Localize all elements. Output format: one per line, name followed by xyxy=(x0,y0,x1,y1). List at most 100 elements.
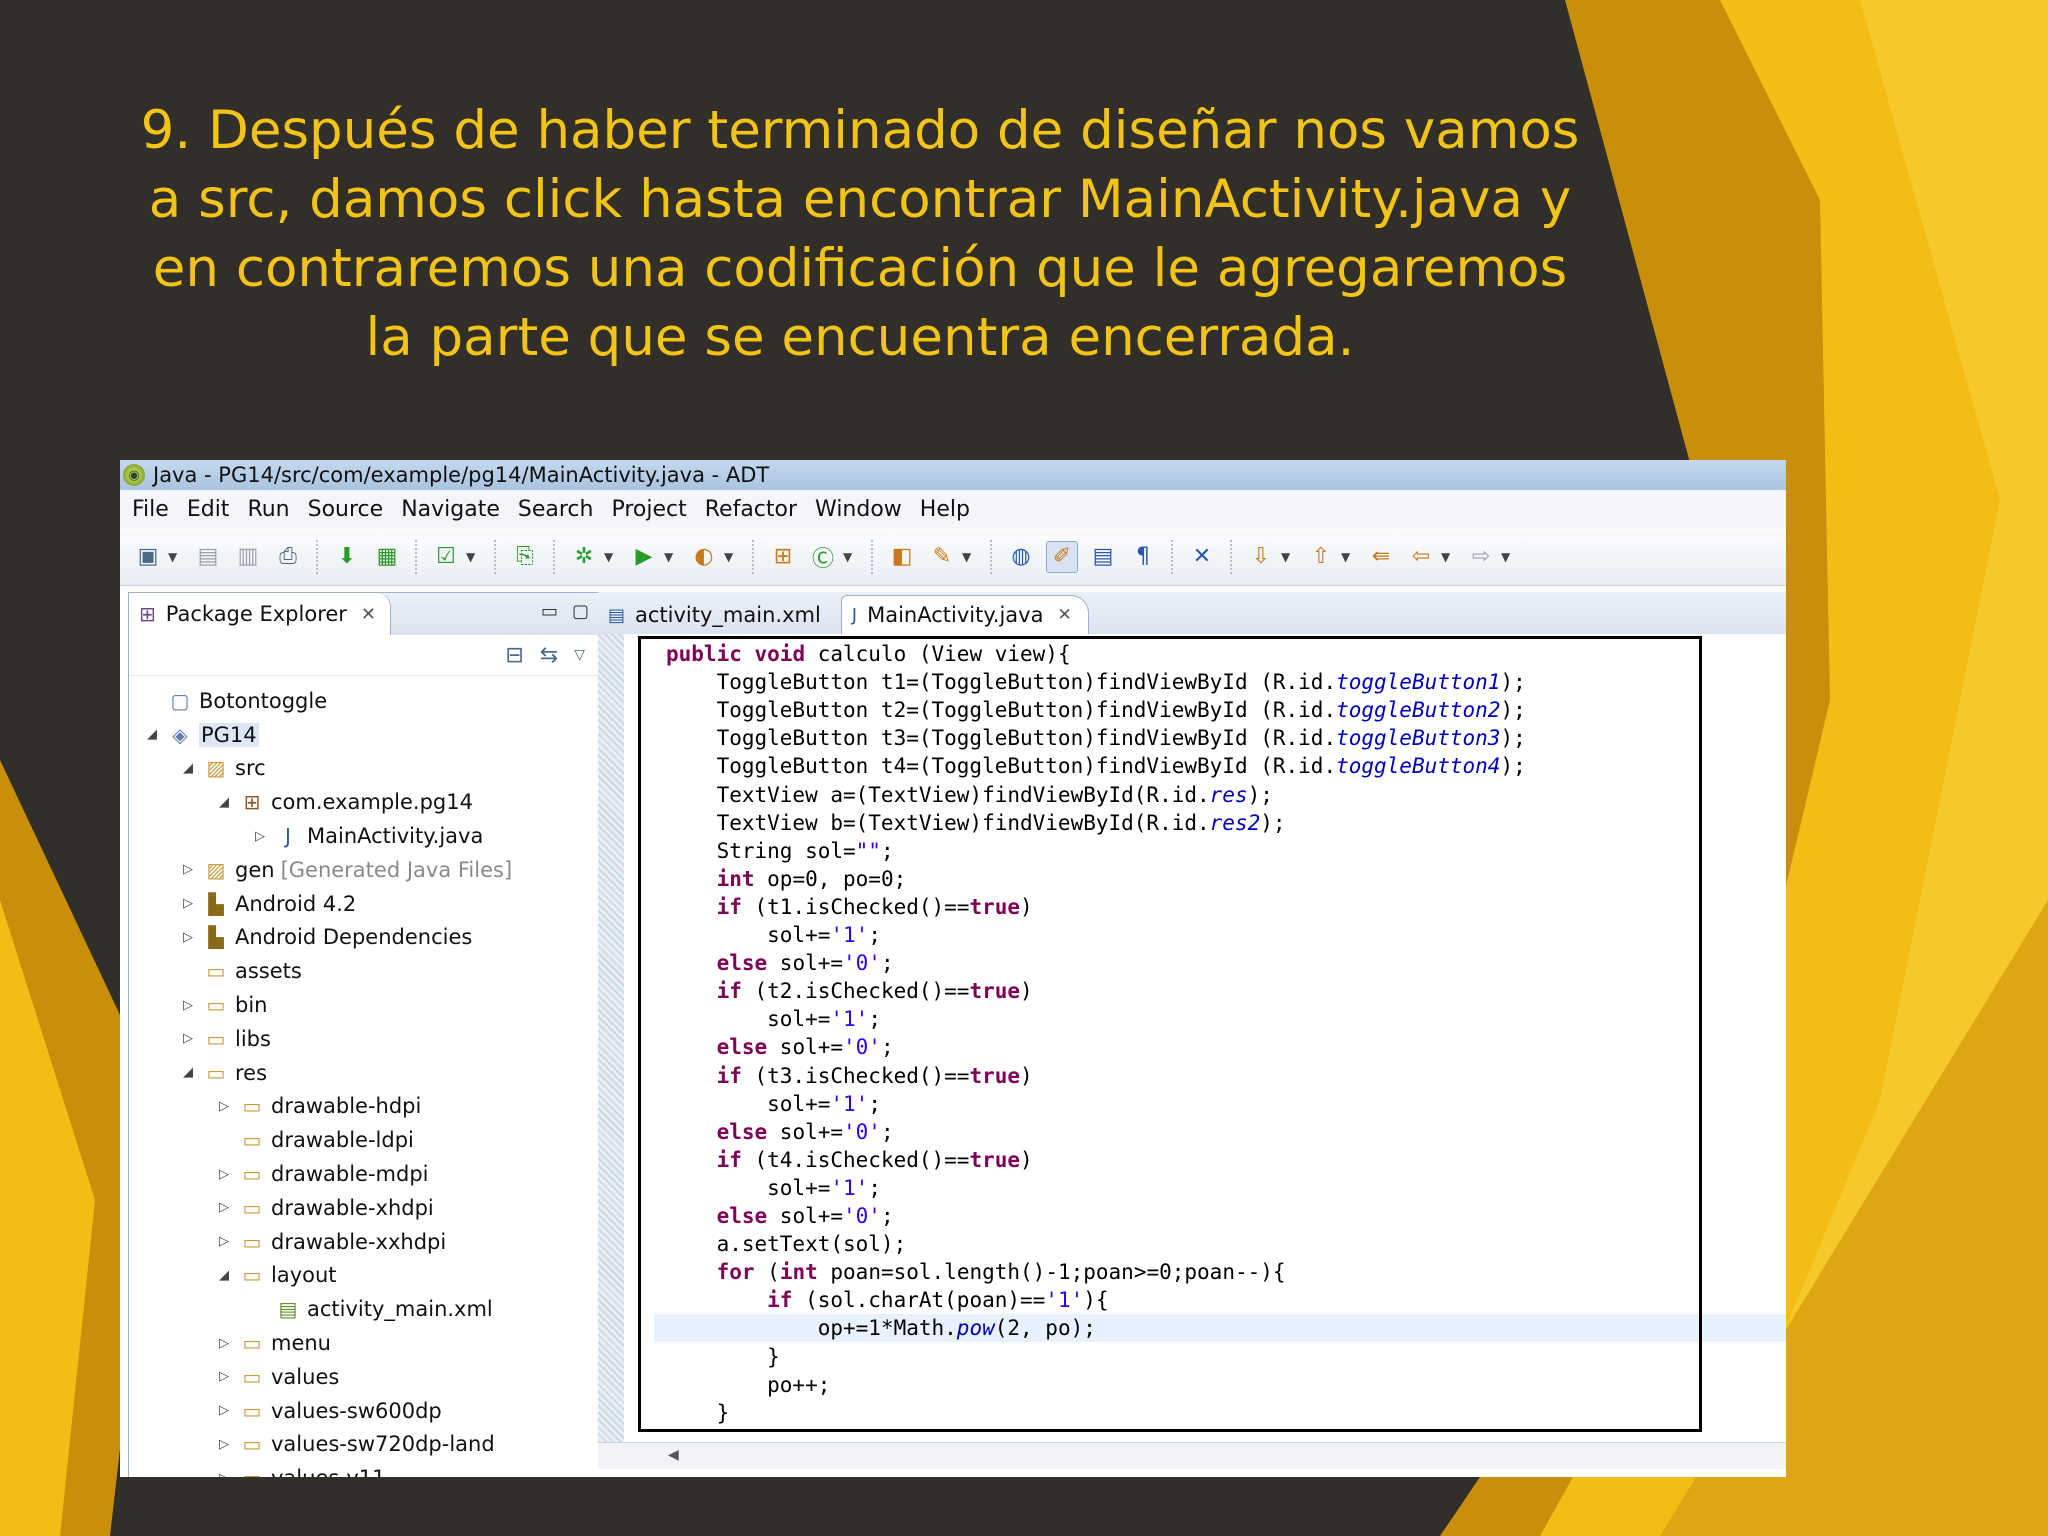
new-java-class-icon[interactable]: Ⓒ xyxy=(808,542,838,572)
tree-item[interactable]: ◢ ▭ res xyxy=(129,1056,599,1090)
tree-item[interactable]: ▷ ▭ values-sw600dp xyxy=(129,1394,599,1428)
view-menu-icon[interactable]: ▽ xyxy=(574,647,585,663)
debug-dropdown-icon[interactable]: ▼ xyxy=(604,550,618,564)
link-with-editor-icon[interactable]: ⇆ xyxy=(540,643,558,668)
menu-window[interactable]: Window xyxy=(815,497,902,522)
save-all-icon[interactable]: ▥ xyxy=(233,542,263,572)
tree-item[interactable]: ▷ ▭ drawable-hdpi xyxy=(129,1090,599,1124)
menu-edit[interactable]: Edit xyxy=(187,497,230,522)
search-dropdown-icon[interactable]: ▼ xyxy=(962,550,976,564)
collapsed-arrow-icon[interactable]: ▷ xyxy=(251,829,269,844)
search-icon[interactable]: ✎ xyxy=(927,542,957,572)
menu-search[interactable]: Search xyxy=(518,497,594,522)
tree-item[interactable]: ▭ assets xyxy=(129,954,599,988)
collapsed-arrow-icon[interactable]: ▷ xyxy=(215,1403,233,1418)
menu-help[interactable]: Help xyxy=(920,497,970,522)
menu-run[interactable]: Run xyxy=(247,497,289,522)
minimize-icon[interactable]: ▭ xyxy=(541,601,558,622)
collapsed-arrow-icon[interactable]: ▷ xyxy=(215,1167,233,1182)
lint-dropdown-icon[interactable]: ▼ xyxy=(466,550,480,564)
editor-tab[interactable]: ▤ activity_main.xml xyxy=(598,596,837,634)
maximize-icon[interactable]: ▢ xyxy=(572,601,589,622)
collapsed-arrow-icon[interactable]: ▷ xyxy=(179,998,197,1013)
collapsed-arrow-icon[interactable]: ▷ xyxy=(215,1437,233,1452)
collapsed-arrow-icon[interactable]: ▷ xyxy=(215,1471,233,1477)
save-icon[interactable]: ▤ xyxy=(193,542,223,572)
external-tools-icon[interactable]: ◐ xyxy=(689,542,719,572)
code-area[interactable]: public void calculo (View view){ ToggleB… xyxy=(624,634,1786,1442)
new-icon[interactable]: ▣ xyxy=(133,542,163,572)
tree-item[interactable]: ▷ ▭ drawable-xhdpi xyxy=(129,1191,599,1225)
run-icon[interactable]: ▶ xyxy=(629,542,659,572)
forward-icon[interactable]: ⇨ xyxy=(1466,542,1496,572)
tree-item[interactable]: ▷ ▭ libs xyxy=(129,1022,599,1056)
collapsed-arrow-icon[interactable]: ▷ xyxy=(179,1031,197,1046)
menu-navigate[interactable]: Navigate xyxy=(401,497,500,522)
horizontal-scrollbar[interactable]: ◀ xyxy=(598,1442,1786,1469)
tab-package-explorer[interactable]: ⊞ Package Explorer ✕ xyxy=(129,593,392,635)
back-icon[interactable]: ⇦ xyxy=(1406,542,1436,572)
android-sdk-icon[interactable]: ⬇ xyxy=(332,542,362,572)
collapsed-arrow-icon[interactable]: ▷ xyxy=(215,1369,233,1384)
collapsed-arrow-icon[interactable]: ▷ xyxy=(215,1099,233,1114)
tree-item[interactable]: ▷ ▭ values-sw720dp-land xyxy=(129,1428,599,1462)
menu-refactor[interactable]: Refactor xyxy=(705,497,797,522)
next-annotation-icon[interactable]: ⇩ xyxy=(1246,542,1276,572)
collapsed-arrow-icon[interactable]: ▷ xyxy=(215,1234,233,1249)
close-icon[interactable]: ✕ xyxy=(361,604,376,625)
run-dropdown-icon[interactable]: ▼ xyxy=(664,550,678,564)
collapsed-arrow-icon[interactable]: ▷ xyxy=(215,1200,233,1215)
tree-item[interactable]: ▷ ▭ menu xyxy=(129,1326,599,1360)
open-perspective-icon[interactable]: ◍ xyxy=(1006,542,1036,572)
new-java-package-icon[interactable]: ⊞ xyxy=(768,542,798,572)
collapse-all-icon[interactable]: ⊟ xyxy=(505,643,523,668)
tree-item[interactable]: ▷ ▙ Android 4.2 xyxy=(129,887,599,921)
collapsed-arrow-icon[interactable]: ▷ xyxy=(215,1336,233,1351)
menu-source[interactable]: Source xyxy=(308,497,384,522)
tree-item[interactable]: ▢ Botontoggle xyxy=(129,684,599,718)
tree-item[interactable]: ▭ drawable-ldpi xyxy=(129,1123,599,1157)
previous-annotation-dropdown-icon[interactable]: ▼ xyxy=(1341,550,1355,564)
new-android-project-icon[interactable]: ⎘ xyxy=(510,542,540,572)
scroll-left-icon[interactable]: ◀ xyxy=(668,1447,679,1463)
expanded-arrow-icon[interactable]: ◢ xyxy=(143,727,161,742)
tree-item[interactable]: ▷ J MainActivity.java xyxy=(129,819,599,853)
tree-item[interactable]: ◢ ▨ src xyxy=(129,752,599,786)
tree-item[interactable]: ▷ ▭ drawable-mdpi xyxy=(129,1157,599,1191)
tree-item[interactable]: ◢ ▭ layout xyxy=(129,1259,599,1293)
collapsed-arrow-icon[interactable]: ▷ xyxy=(179,930,197,945)
new-class-dropdown-icon[interactable]: ▼ xyxy=(843,550,857,564)
tree-item[interactable]: ▷ ▭ bin xyxy=(129,988,599,1022)
new-dropdown-icon[interactable]: ▼ xyxy=(168,550,182,564)
toggle-mark-occurrences-icon[interactable]: ✐ xyxy=(1046,540,1078,573)
avd-manager-icon[interactable]: ▦ xyxy=(372,542,402,572)
tree-item[interactable]: ▷ ▙ Android Dependencies xyxy=(129,921,599,955)
previous-annotation-icon[interactable]: ⇧ xyxy=(1306,542,1336,572)
next-annotation-dropdown-icon[interactable]: ▼ xyxy=(1281,550,1295,564)
tree-item[interactable]: ▷ ▭ drawable-xxhdpi xyxy=(129,1225,599,1259)
tree-item[interactable]: ▷ ▨ gen [Generated Java Files] xyxy=(129,853,599,887)
editor-tab[interactable]: J MainActivity.java ✕ xyxy=(840,595,1089,634)
tree-item[interactable]: ▷ ▭ values xyxy=(129,1360,599,1394)
collapsed-arrow-icon[interactable]: ▷ xyxy=(179,896,197,911)
close-icon[interactable]: ✕ xyxy=(1057,605,1071,625)
forward-dropdown-icon[interactable]: ▼ xyxy=(1501,550,1515,564)
back-dropdown-icon[interactable]: ▼ xyxy=(1441,550,1455,564)
pin-icon[interactable]: ✕ xyxy=(1187,542,1217,572)
external-tools-dropdown-icon[interactable]: ▼ xyxy=(724,550,738,564)
show-whitespace-icon[interactable]: ¶ xyxy=(1128,542,1158,572)
tree-item[interactable]: ◢ ◈ PG14 xyxy=(129,718,599,752)
block-selection-icon[interactable]: ▤ xyxy=(1088,542,1118,572)
expanded-arrow-icon[interactable]: ◢ xyxy=(179,1065,197,1080)
tree-item[interactable]: ▤ activity_main.xml xyxy=(129,1292,599,1326)
expanded-arrow-icon[interactable]: ◢ xyxy=(215,795,233,810)
debug-icon[interactable]: ✲ xyxy=(569,542,599,572)
print-icon[interactable]: ⎙ xyxy=(273,542,303,572)
menu-project[interactable]: Project xyxy=(611,497,686,522)
expanded-arrow-icon[interactable]: ◢ xyxy=(215,1268,233,1283)
expanded-arrow-icon[interactable]: ◢ xyxy=(179,761,197,776)
menu-file[interactable]: File xyxy=(132,497,169,522)
last-edit-icon[interactable]: ⇚ xyxy=(1366,542,1396,572)
tree-item[interactable]: ◢ ⊞ com.example.pg14 xyxy=(129,785,599,819)
tree-item[interactable]: ▷ ▭ values-v11 xyxy=(129,1461,599,1477)
